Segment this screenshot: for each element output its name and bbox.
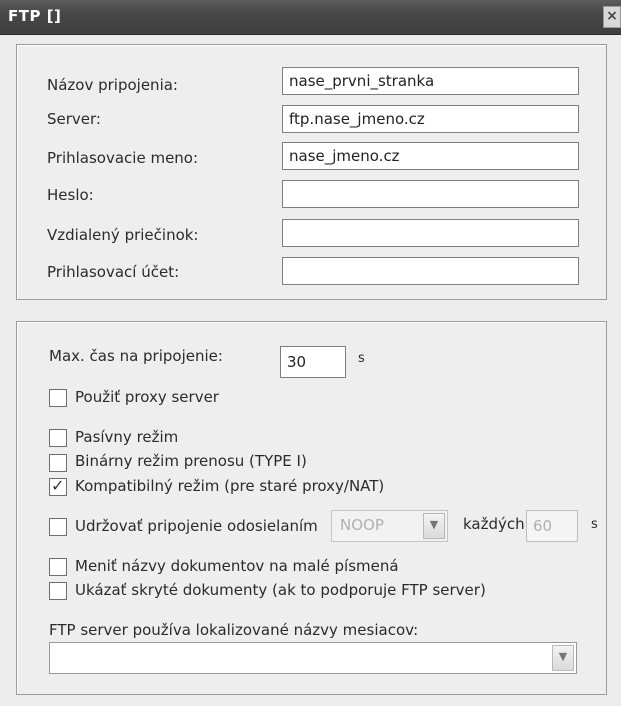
hidden-files-label: Ukázať skryté dokumenty (ak to podporuje…	[75, 581, 486, 599]
lowercase-label: Meniť názvy dokumentov na malé písmená	[75, 557, 399, 575]
months-label: FTP server používa lokalizované názvy me…	[49, 621, 419, 639]
ftp-dialog: FTP [] ⨯ Názov pripojenia: nase_prvni_st…	[0, 0, 621, 706]
lowercase-checkbox[interactable]	[49, 558, 67, 576]
window-title: FTP []	[8, 7, 62, 25]
keepalive-checkbox[interactable]	[49, 518, 67, 536]
close-icon: ⨯	[606, 8, 618, 24]
timeout-unit: s	[358, 351, 365, 366]
timeout-label: Max. čas na pripojenie:	[49, 347, 223, 365]
months-select[interactable]: ▼	[49, 642, 577, 674]
login-input[interactable]: nase_jmeno.cz	[282, 142, 579, 170]
keepalive-command-select[interactable]: NOOP ▼	[331, 510, 448, 542]
passive-mode-checkbox[interactable]	[49, 429, 67, 447]
password-label: Heslo:	[47, 186, 94, 204]
remote-folder-input[interactable]	[282, 219, 579, 247]
password-input[interactable]	[282, 180, 579, 208]
passive-mode-label: Pasívny režim	[75, 428, 179, 446]
server-input[interactable]: ftp.nase_jmeno.cz	[282, 105, 579, 133]
binary-mode-checkbox[interactable]	[49, 454, 67, 472]
account-label: Prihlasovací účet:	[47, 263, 180, 281]
title-bar[interactable]: FTP [] ⨯	[0, 0, 621, 35]
account-input[interactable]	[282, 257, 579, 285]
keepalive-interval-input[interactable]: 60	[526, 510, 578, 542]
compat-mode-label: Kompatibilný režim (pre staré proxy/NAT)	[75, 477, 385, 495]
keepalive-unit: s	[591, 517, 598, 532]
server-label: Server:	[47, 110, 101, 128]
connection-panel: Názov pripojenia: nase_prvni_stranka Ser…	[16, 44, 607, 300]
keepalive-command-value: NOOP	[340, 516, 384, 534]
timeout-input[interactable]: 30	[280, 346, 346, 378]
hidden-files-checkbox[interactable]	[49, 582, 67, 600]
binary-mode-label: Binárny režim prenosu (TYPE I)	[75, 452, 307, 470]
login-label: Prihlasovacie meno:	[47, 149, 199, 167]
remote-folder-label: Vzdialený priečinok:	[47, 226, 199, 244]
connection-name-input[interactable]: nase_prvni_stranka	[282, 67, 579, 95]
chevron-down-icon: ▼	[552, 645, 574, 671]
close-button[interactable]: ⨯	[603, 6, 621, 28]
keepalive-label: Udržovať pripojenie odosielaním	[75, 517, 318, 535]
options-panel: Max. čas na pripojenie: 30 s Použiť prox…	[16, 321, 607, 695]
use-proxy-label: Použiť proxy server	[75, 388, 219, 406]
use-proxy-checkbox[interactable]	[49, 389, 67, 407]
keepalive-every-label: každých	[463, 515, 525, 533]
connection-name-label: Názov pripojenia:	[47, 76, 178, 94]
compat-mode-checkbox[interactable]	[49, 476, 67, 496]
chevron-down-icon: ▼	[423, 513, 445, 539]
